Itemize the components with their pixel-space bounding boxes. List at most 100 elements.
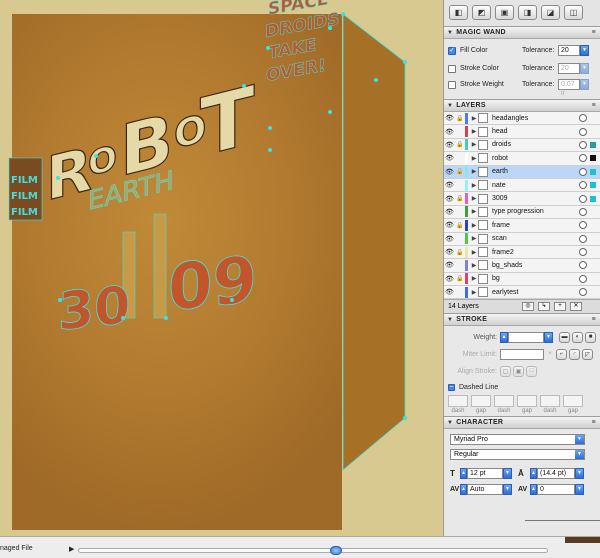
gap-field-2[interactable] xyxy=(517,395,537,408)
target-circle-icon[interactable] xyxy=(579,140,587,149)
stroke-weight-input[interactable] xyxy=(508,331,544,343)
tracking-spinner[interactable]: ▲ xyxy=(530,483,537,495)
weight-tolerance-input[interactable]: 0.07 ir xyxy=(558,79,580,97)
fill-tolerance-input[interactable]: 20 xyxy=(558,45,580,56)
align-outside-icon[interactable]: □ xyxy=(526,365,537,377)
selection-square[interactable] xyxy=(590,209,596,215)
expand-triangle-icon[interactable]: ▶ xyxy=(470,262,478,269)
play-arrow-icon[interactable]: ▶ xyxy=(69,545,74,553)
font-style-select[interactable]: Regular ▼ xyxy=(450,449,585,461)
target-circle-icon[interactable] xyxy=(579,234,587,243)
font-size-spinner[interactable]: ▲ xyxy=(460,467,467,479)
expand-triangle-icon[interactable]: ▶ xyxy=(470,195,478,202)
stroke-weight-checkbox[interactable] xyxy=(448,80,456,89)
panel-menu-icon[interactable]: ≡ xyxy=(592,316,596,323)
panel-menu-icon[interactable]: ≡ xyxy=(592,102,596,109)
stroke-color-checkbox[interactable] xyxy=(448,64,456,73)
new-layer-icon[interactable]: + xyxy=(554,302,566,312)
delete-layer-icon[interactable]: ✕ xyxy=(570,302,582,312)
stroke-weight-dropdown[interactable]: ▼ xyxy=(544,331,553,343)
target-circle-icon[interactable] xyxy=(579,261,587,270)
pathfinder-divide-icon[interactable]: ◪ xyxy=(541,5,560,20)
layer-row[interactable]: 👁 🔒 ▶ frame2 xyxy=(444,245,600,260)
magic-wand-header[interactable]: ▼ MAGIC WAND ≡ xyxy=(444,26,600,39)
selection-square[interactable] xyxy=(590,168,596,175)
kerning-dropdown[interactable]: ▼ xyxy=(503,483,512,495)
leading-input[interactable]: (14.4 pt) xyxy=(537,467,575,479)
dash-field-1[interactable] xyxy=(448,395,468,408)
stroke-tolerance-spinner[interactable]: ▼ xyxy=(580,63,589,74)
target-circle-icon[interactable] xyxy=(579,114,587,123)
expand-triangle-icon[interactable]: ▶ xyxy=(470,141,478,148)
expand-triangle-icon[interactable]: ▶ xyxy=(470,115,478,122)
stroke-header[interactable]: ▼ STROKE ≡ xyxy=(444,313,600,327)
stroke-tolerance-input[interactable]: 20 xyxy=(558,63,580,74)
gap-field-3[interactable] xyxy=(563,395,583,408)
target-circle-icon[interactable] xyxy=(579,207,587,216)
visibility-eye-icon[interactable]: 👁 xyxy=(444,275,455,283)
dash-field-3[interactable] xyxy=(540,395,560,408)
target-circle-icon[interactable] xyxy=(579,221,587,230)
layer-row[interactable]: 👁 ▶ nate xyxy=(444,178,600,193)
selection-square[interactable] xyxy=(590,129,596,135)
dash-field-2[interactable] xyxy=(494,395,514,408)
target-circle-icon[interactable] xyxy=(579,181,587,190)
expand-triangle-icon[interactable]: ▶ xyxy=(470,182,478,189)
lock-icon[interactable]: 🔒 xyxy=(455,141,465,148)
tracking-dropdown[interactable]: ▼ xyxy=(575,483,584,495)
visibility-eye-icon[interactable]: 👁 xyxy=(444,168,455,176)
pathfinder-exclude-icon[interactable]: ◨ xyxy=(518,5,537,20)
visibility-eye-icon[interactable]: 👁 xyxy=(444,141,455,149)
target-circle-icon[interactable] xyxy=(579,167,587,176)
kerning-spinner[interactable]: ▲ xyxy=(460,483,467,495)
join-round-icon[interactable]: ◜ xyxy=(569,348,580,360)
font-size-dropdown[interactable]: ▼ xyxy=(503,467,512,479)
weight-tolerance-spinner[interactable]: ▼ xyxy=(580,79,589,90)
lock-icon[interactable]: 🔒 xyxy=(455,195,465,202)
join-miter-icon[interactable]: ⌐ xyxy=(556,348,567,360)
selection-square[interactable] xyxy=(590,155,596,162)
kerning-input[interactable]: Auto xyxy=(467,483,503,495)
cap-round-icon[interactable]: ◐ xyxy=(572,331,583,343)
tracking-input[interactable]: 0 xyxy=(537,483,575,495)
align-center-icon[interactable]: ▢ xyxy=(500,365,511,377)
poster-artwork[interactable]: R O B O T EARTH 30 09 SPACE DROIDS TAKE … xyxy=(0,0,443,536)
collapse-arrow-icon[interactable]: ▼ xyxy=(447,317,453,323)
pathfinder-intersect-icon[interactable]: ▣ xyxy=(495,5,514,20)
visibility-eye-icon[interactable]: 👁 xyxy=(444,128,455,136)
lock-icon[interactable]: 🔒 xyxy=(455,222,465,229)
expand-triangle-icon[interactable]: ▶ xyxy=(470,168,478,175)
join-bevel-icon[interactable]: ◸ xyxy=(582,348,593,360)
visibility-eye-icon[interactable]: 👁 xyxy=(444,261,455,269)
make-clipping-mask-icon[interactable]: ◎ xyxy=(522,302,534,312)
target-circle-icon[interactable] xyxy=(579,288,587,297)
layer-row[interactable]: 👁 🔒 ▶ frame xyxy=(444,219,600,233)
font-size-input[interactable]: 12 pt xyxy=(467,467,503,479)
expand-triangle-icon[interactable]: ▶ xyxy=(470,275,478,282)
expand-triangle-icon[interactable]: ▶ xyxy=(470,235,478,242)
target-circle-icon[interactable] xyxy=(579,274,587,283)
selection-square[interactable] xyxy=(590,141,596,148)
layer-row[interactable]: 👁 ▶ earlytest xyxy=(444,286,600,300)
layer-row[interactable]: 👁 ▶ bg_shads xyxy=(444,259,600,273)
selection-square[interactable] xyxy=(590,262,596,268)
visibility-eye-icon[interactable]: 👁 xyxy=(444,181,455,189)
character-header[interactable]: ▼ CHARACTER ≡ xyxy=(444,416,600,430)
expand-triangle-icon[interactable]: ▶ xyxy=(470,289,478,296)
stroke-weight-spinner[interactable]: ▲ xyxy=(500,331,508,343)
lock-icon[interactable]: 🔒 xyxy=(455,275,465,282)
layer-row[interactable]: 👁 🔒 ▶ headangles xyxy=(444,112,600,126)
visibility-eye-icon[interactable]: 👁 xyxy=(444,154,455,162)
visibility-eye-icon[interactable]: 👁 xyxy=(444,221,455,229)
expand-triangle-icon[interactable]: ▶ xyxy=(470,208,478,215)
fill-color-checkbox[interactable]: ✓ xyxy=(448,46,456,55)
collapse-arrow-icon[interactable]: ▼ xyxy=(447,30,453,36)
horizontal-scrollbar[interactable] xyxy=(78,548,548,553)
align-inside-icon[interactable]: ▣ xyxy=(513,365,524,377)
dashed-line-checkbox[interactable]: − xyxy=(448,383,455,391)
target-circle-icon[interactable] xyxy=(579,248,587,257)
font-family-select[interactable]: Myriad Pro ▼ xyxy=(450,434,585,446)
expand-triangle-icon[interactable]: ▶ xyxy=(470,155,478,162)
cap-square-icon[interactable]: ■ xyxy=(585,331,596,343)
pathfinder-trim-icon[interactable]: ◫ xyxy=(564,5,583,20)
